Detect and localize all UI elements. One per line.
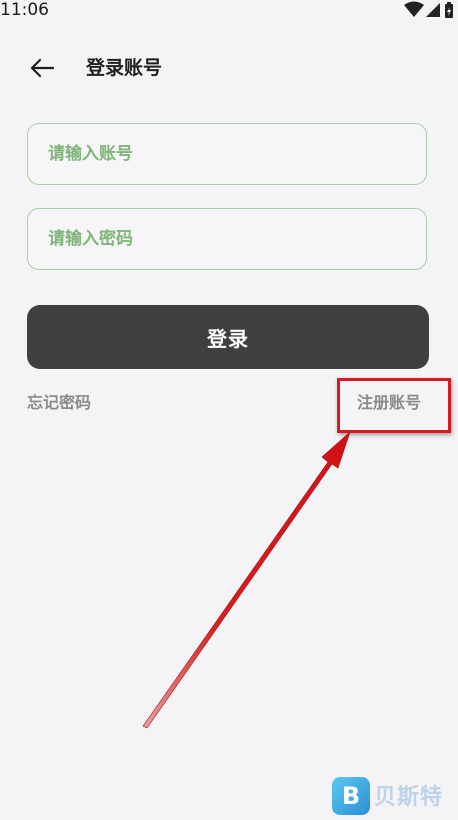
password-field[interactable] <box>27 208 427 270</box>
password-input[interactable] <box>28 209 426 269</box>
login-button[interactable]: 登录 <box>27 305 429 369</box>
account-input[interactable] <box>28 124 426 184</box>
status-time: 11:06 <box>0 0 49 20</box>
wifi-icon <box>404 1 424 17</box>
status-icons <box>404 1 453 18</box>
arrow-left-icon <box>30 58 55 78</box>
forgot-password-link[interactable]: 忘记密码 <box>27 391 91 415</box>
watermark: B 贝斯特 <box>332 775 458 820</box>
account-field[interactable] <box>27 123 427 185</box>
watermark-text: 贝斯特 <box>374 785 444 810</box>
watermark-logo-icon: B <box>332 777 370 815</box>
header: 登录账号 <box>0 48 458 88</box>
register-link[interactable]: 注册账号 <box>357 391 421 415</box>
signal-icon <box>426 3 440 17</box>
back-button[interactable] <box>24 52 60 84</box>
page-title: 登录账号 <box>86 57 163 79</box>
status-bar: 11:06 <box>0 0 458 22</box>
battery-charging-icon <box>445 2 453 18</box>
